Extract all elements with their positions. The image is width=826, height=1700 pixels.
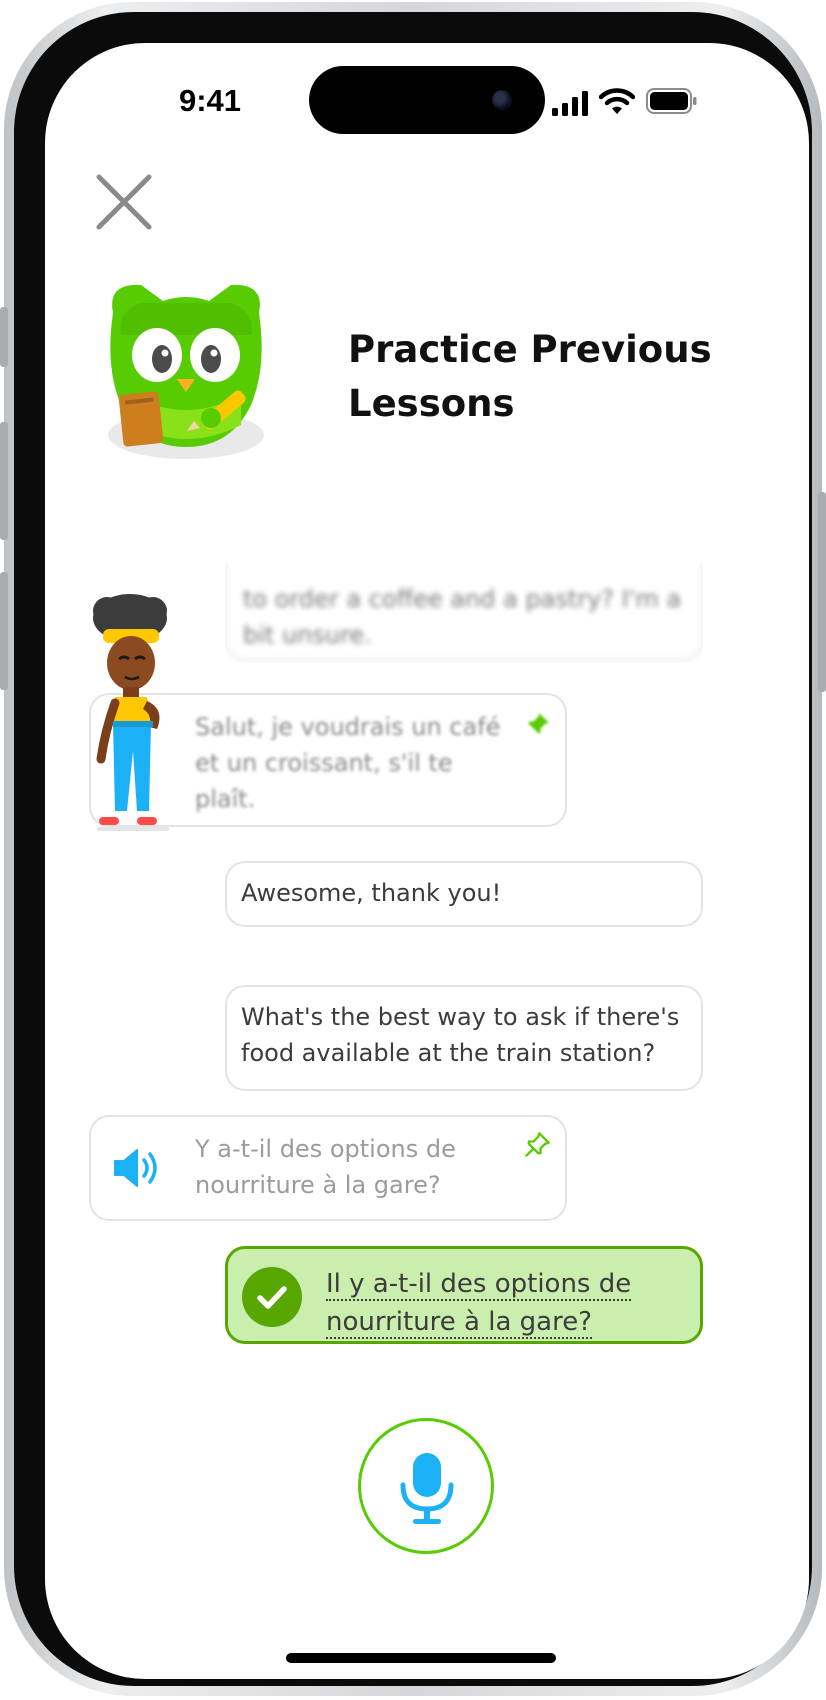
- battery-icon: [646, 88, 697, 114]
- power-button: [818, 492, 826, 692]
- microphone-icon: [400, 1453, 454, 1524]
- app-screen: 9:41 Practice Previous Lessons to order …: [45, 43, 809, 1679]
- owl-mascot-illustration: [108, 284, 264, 459]
- character-avatar: [93, 594, 169, 831]
- message-text-line: food available at the train station?: [241, 1039, 656, 1067]
- user-message-bubble-blurred: to order a coffee and a pastry? I'm a bi…: [225, 563, 703, 661]
- message-text: Awesome, thank you!: [241, 879, 502, 907]
- speaker-icon[interactable]: [113, 1147, 165, 1189]
- phone-bezel: 9:41 Practice Previous Lessons to order …: [14, 12, 812, 1686]
- message-text-line: What's the best way to ask if there's: [241, 1003, 680, 1031]
- bubble-line: to order a coffee and a pastry? I'm a: [243, 585, 682, 613]
- microphone-button[interactable]: [358, 1418, 494, 1554]
- check-icon: [242, 1267, 302, 1327]
- volume-up-button: [0, 422, 8, 540]
- status-time: 9:41: [178, 83, 242, 118]
- phone-frame: 9:41 Practice Previous Lessons to order …: [0, 2, 826, 1696]
- home-indicator[interactable]: [286, 1653, 556, 1663]
- signal-icon: [552, 91, 588, 116]
- prompt-text-line: nourriture à la gare?: [195, 1171, 441, 1199]
- bubble-line: plaît.: [195, 785, 256, 813]
- prompt-text-line: Y a-t-il des options de: [195, 1135, 456, 1163]
- pin-icon[interactable]: [523, 1131, 551, 1159]
- page-title: Practice Previous Lessons: [348, 328, 712, 425]
- character-prompt-bubble: Y a-t-il des options de nourriture à la …: [89, 1115, 567, 1221]
- action-button: [0, 307, 8, 367]
- bubble-line: bit unsure.: [243, 621, 372, 649]
- camera-icon: [492, 90, 512, 110]
- pin-icon[interactable]: [523, 711, 551, 739]
- user-message-bubble: What's the best way to ask if there's fo…: [225, 985, 703, 1091]
- chat-history-clip: to order a coffee and a pastry? I'm a bi…: [225, 563, 703, 663]
- bubble-line: Salut, je voudrais un café: [195, 713, 501, 741]
- volume-down-button: [0, 572, 8, 690]
- answer-text: Il y a-t-il des options de nourriture à …: [326, 1265, 632, 1341]
- close-icon[interactable]: [89, 167, 159, 237]
- answer-bubble-correct: Il y a-t-il des options de nourriture à …: [225, 1246, 703, 1344]
- user-message-bubble: Awesome, thank you!: [225, 861, 703, 927]
- wifi-icon: [599, 88, 635, 114]
- answer-text-line: nourriture à la gare?: [326, 1307, 593, 1339]
- bubble-line: et un croissant, s'il te: [195, 749, 453, 777]
- answer-text-line: Il y a-t-il des options de: [326, 1269, 632, 1301]
- dynamic-island: [309, 66, 545, 134]
